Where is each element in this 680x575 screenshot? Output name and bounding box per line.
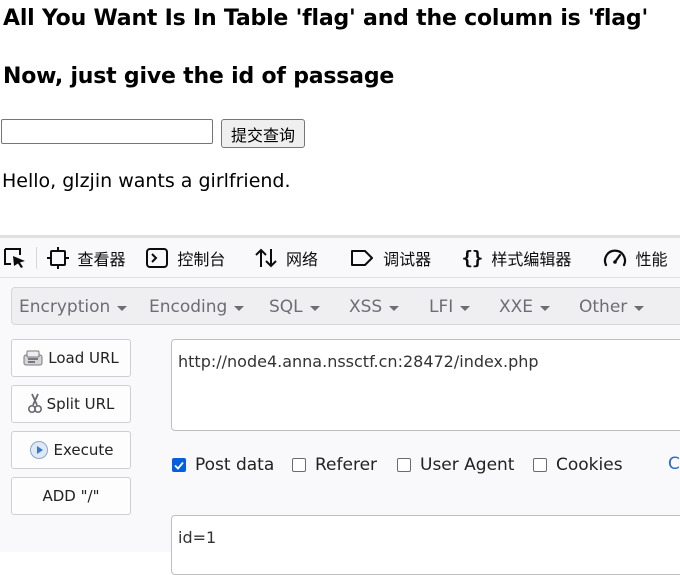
load-url-icon	[23, 350, 43, 366]
page-heading-table-hint: All You Want Is In Table 'flag' and the …	[3, 6, 648, 31]
network-icon	[255, 248, 277, 267]
tab-debugger[interactable]: 调试器	[340, 238, 451, 278]
chevron-down-icon	[117, 305, 128, 311]
tab-console[interactable]: 控制台	[136, 238, 245, 278]
load-url-label: Load URL	[48, 349, 119, 367]
pick-element-icon	[4, 247, 25, 268]
chevron-down-icon	[389, 305, 400, 311]
post-data-textarea[interactable]: id=1	[171, 515, 680, 575]
tab-debugger-label: 调试器	[383, 249, 432, 269]
split-url-button[interactable]: Split URL	[11, 385, 131, 423]
inspector-icon	[47, 246, 70, 269]
performance-icon	[604, 249, 627, 266]
referer-checkbox[interactable]: Referer	[292, 454, 377, 476]
page-heading-instruction: Now, just give the id of passage	[3, 64, 395, 89]
user-agent-checkbox[interactable]: User Agent	[397, 454, 514, 476]
post-data-checkbox[interactable]: Post data	[172, 454, 274, 476]
menu-encoding[interactable]: Encoding	[149, 288, 245, 326]
tab-style-editor[interactable]: {} 样式编辑器	[451, 238, 593, 278]
menu-encoding-label: Encoding	[149, 297, 228, 317]
menu-lfi[interactable]: LFI	[429, 288, 471, 326]
split-url-label: Split URL	[46, 395, 115, 413]
tab-style-editor-label: 样式编辑器	[491, 249, 572, 269]
checkbox-checked-icon	[172, 458, 186, 472]
console-icon	[146, 247, 169, 268]
checkbox-unchecked-icon	[397, 458, 411, 472]
add-slash-button[interactable]: ADD "/"	[11, 477, 131, 515]
devtools-toolbar: 查看器 控制台 网络 调试器 {} 样式编辑器 性能	[0, 238, 680, 278]
menu-other-label: Other	[579, 297, 628, 317]
chevron-down-icon	[234, 305, 245, 311]
id-input[interactable]	[1, 119, 213, 144]
chevron-down-icon	[460, 305, 471, 311]
menu-encryption[interactable]: Encryption	[19, 288, 128, 326]
tab-network-label: 网络	[285, 249, 318, 269]
cookies-label: Cookies	[556, 455, 623, 475]
cookies-checkbox[interactable]: Cookies	[533, 454, 623, 476]
result-message: Hello, glzjin wants a girlfriend.	[2, 170, 291, 192]
execute-icon	[29, 440, 49, 460]
execute-button[interactable]: Execute	[11, 431, 131, 469]
style-editor-icon: {}	[461, 246, 483, 269]
debugger-icon	[351, 249, 374, 266]
menu-xxe[interactable]: XXE	[499, 288, 551, 326]
tab-performance[interactable]: 性能	[593, 238, 680, 278]
menu-lfi-label: LFI	[429, 297, 454, 317]
hackbar-menu-bar: Encryption Encoding SQL XSS LFI XXE Othe…	[11, 287, 680, 325]
menu-sql[interactable]: SQL	[269, 288, 320, 326]
menu-sql-label: SQL	[269, 297, 303, 317]
referer-label: Referer	[315, 455, 378, 475]
post-data-label: Post data	[195, 455, 275, 475]
menu-xxe-label: XXE	[499, 297, 534, 317]
checkbox-unchecked-icon	[533, 458, 547, 472]
tab-performance-label: 性能	[635, 249, 668, 269]
chevron-down-icon	[634, 305, 645, 311]
menu-other[interactable]: Other	[579, 288, 645, 326]
menu-xss[interactable]: XSS	[349, 288, 400, 326]
submit-query-button[interactable]: 提交查询	[221, 119, 305, 148]
tab-inspector[interactable]: 查看器	[36, 238, 136, 278]
tab-network[interactable]: 网络	[245, 238, 340, 278]
chevron-down-icon	[540, 305, 551, 311]
user-agent-label: User Agent	[420, 455, 515, 475]
split-url-icon	[27, 393, 42, 415]
tab-inspector-label: 查看器	[77, 249, 126, 269]
add-slash-label: ADD "/"	[42, 487, 100, 505]
menu-encryption-label: Encryption	[19, 297, 111, 317]
pick-element-button[interactable]	[0, 238, 36, 278]
tab-console-label: 控制台	[177, 249, 226, 269]
clear-all-link[interactable]: C	[668, 454, 680, 474]
execute-label: Execute	[53, 441, 114, 459]
url-textarea[interactable]: http://node4.anna.nssctf.cn:28472/index.…	[171, 339, 680, 431]
checkbox-unchecked-icon	[292, 458, 306, 472]
menu-xss-label: XSS	[349, 297, 383, 317]
load-url-button[interactable]: Load URL	[11, 339, 131, 377]
chevron-down-icon	[309, 305, 320, 311]
